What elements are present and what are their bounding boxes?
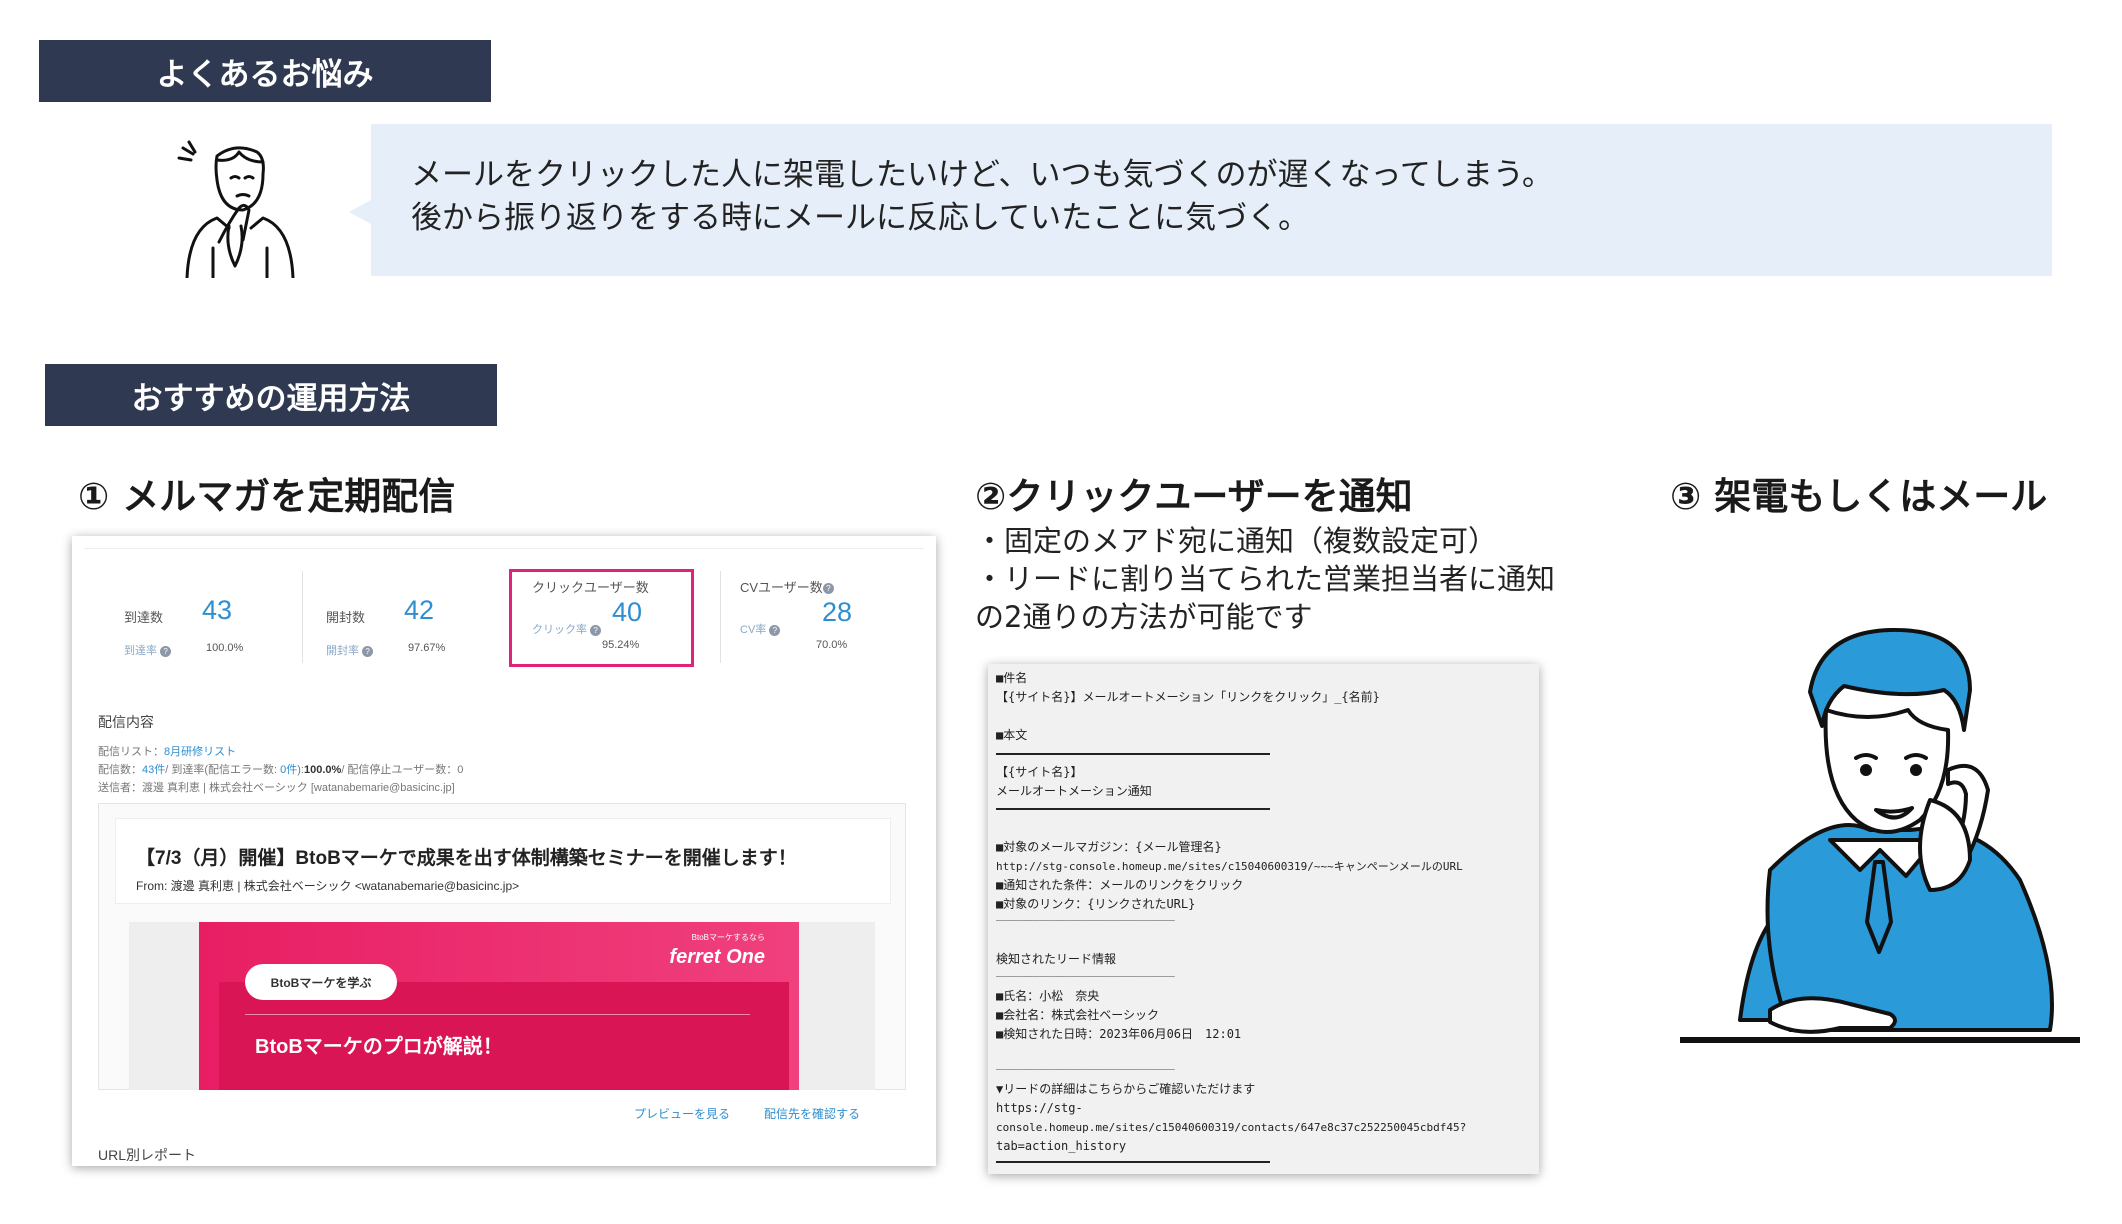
mail-row: ■氏名：小松 奈央 xyxy=(996,989,1100,1003)
recipients-link[interactable]: 配信先を確認する xyxy=(764,1105,860,1122)
mail-row: ■件名 xyxy=(996,671,1028,685)
help-icon[interactable]: ? xyxy=(362,645,374,657)
delivery-list-link[interactable]: 8月研修リスト xyxy=(164,746,236,758)
metric-label: クリックユーザー数 xyxy=(532,580,649,595)
businessman-phone-illustration xyxy=(1680,627,2080,1043)
email-header-card: 【7/3（月）開催】BtoBマーケで成果を出す体制構築セミナーを開催します！ F… xyxy=(115,818,891,904)
mail-row: ■対象のリンク：{リンクされたURL} xyxy=(996,897,1196,911)
metric-delivered: 到達数 43 到達率 ? 100.0% xyxy=(114,567,294,667)
banner-tagline: BtoBマーケするなら xyxy=(691,933,765,942)
help-icon[interactable]: ? xyxy=(160,645,172,657)
mail-report-screenshot: 到達数 43 到達率 ? 100.0% 開封数 42 開封率 ? 97.67% … xyxy=(72,536,936,1166)
mail-row: ■会社名：株式会社ベーシック xyxy=(996,1008,1159,1022)
metric-label: 開封数 xyxy=(326,610,366,625)
metric-sub-value: 95.24% xyxy=(602,639,640,651)
mail-report-panel: 到達数 43 到達率 ? 100.0% 開封数 42 開封率 ? 97.67% … xyxy=(84,548,924,1166)
mail-row: ■本文 xyxy=(996,728,1028,742)
mail-row-url[interactable]: console.homeup.me/sites/c15040600319/con… xyxy=(996,1119,1466,1136)
mail-row: ■検知された日時：2023年06月06日 12:01 xyxy=(996,1027,1242,1041)
mail-row: ▼リードの詳細はこちらからご確認いただけます xyxy=(996,1082,1256,1096)
metric-cv-users: CVユーザー数? 28 CV率 ? 70.0% xyxy=(734,567,914,667)
mail-row: ■通知された条件：メールのリンクをクリック xyxy=(996,878,1244,892)
section-header-worries: よくあるお悩み xyxy=(39,40,491,102)
metric-sub-value: 100.0% xyxy=(206,642,244,654)
step-2-desc-line: ・固定のメアド宛に通知（複数設定可） xyxy=(975,524,1498,558)
mail-row: 検知されたリード情報 xyxy=(996,952,1117,966)
metric-value: 40 xyxy=(612,597,643,627)
help-icon[interactable]: ? xyxy=(769,624,781,636)
metric-sub-label: 開封率 ? xyxy=(326,642,374,658)
help-icon[interactable]: ? xyxy=(590,624,602,636)
url-report-label: URL別レポート xyxy=(98,1147,197,1163)
metric-divider xyxy=(720,571,721,663)
delivery-list-line: 配信リスト：8月研修リスト xyxy=(98,746,237,758)
metric-sub-label: CV率 ? xyxy=(740,621,781,637)
notification-email-screenshot: ■件名 【{サイト名}】メールオートメーション「リンクをクリック」_{名前} ■… xyxy=(988,664,1539,1174)
banner-divider xyxy=(245,1014,750,1015)
mail-row: 【{サイト名}】 xyxy=(996,765,1083,779)
step-2-description: ・固定のメアド宛に通知（複数設定可） ・リードに割り当てられた営業担当者に通知 … xyxy=(975,522,1555,636)
sender-line: 送信者：渡邊 真利恵 | 株式会社ベーシック [watanabemarie@ba… xyxy=(98,782,455,794)
delivery-content-label: 配信内容 xyxy=(98,714,154,730)
mail-row-url[interactable]: tab=action_history xyxy=(996,1138,1126,1155)
mail-row-dashes: ――――――――――――――――――――――――――――――――― xyxy=(996,972,1175,982)
preview-link[interactable]: プレビューを見る xyxy=(634,1105,730,1122)
metric-sub-label: 到達率 ? xyxy=(124,642,172,658)
help-icon[interactable]: ? xyxy=(822,583,834,595)
metric-label: 到達数 xyxy=(124,610,164,625)
mail-row-dashes: ――――――――――――――――――――――――――――――――― xyxy=(996,916,1175,926)
email-preview-frame: 【7/3（月）開催】BtoBマーケで成果を出す体制構築セミナーを開催します！ F… xyxy=(98,803,906,1090)
metric-value: 28 xyxy=(822,597,853,627)
mail-row: メールオートメーション通知 xyxy=(996,784,1152,798)
metric-sub-value: 70.0% xyxy=(816,639,848,651)
metric-label: CVユーザー数? xyxy=(740,577,834,596)
mail-row: 【{サイト名}】メールオートメーション「リンクをクリック」_{名前} xyxy=(996,690,1380,704)
metric-value: 43 xyxy=(202,595,233,625)
mail-divider xyxy=(996,753,1270,755)
metric-opened: 開封数 42 開封率 ? 97.67% xyxy=(316,567,496,667)
metric-sub-value: 97.67% xyxy=(408,642,446,654)
step-1-title: ① メルマガを定期配信 xyxy=(78,475,456,518)
worried-person-illustration xyxy=(177,140,295,278)
mail-divider xyxy=(996,808,1270,810)
brand-logo: ferret One xyxy=(669,946,765,968)
mail-row-dashes: ――――――――――――――――――――――――――――――――― xyxy=(996,1065,1175,1075)
metric-click-users: クリックユーザー数 40 クリック率 ? 95.24% xyxy=(514,567,694,667)
step-2-desc-line: ・リードに割り当てられた営業担当者に通知 xyxy=(975,562,1556,596)
banner-pill-button[interactable]: BtoBマーケを学ぶ xyxy=(245,964,397,1000)
worry-line-2: 後から振り返りをする時にメールに反応していたことに気づく。 xyxy=(411,200,1310,236)
metric-sub-label: クリック率 ? xyxy=(532,621,602,637)
worry-line-1: メールをクリックした人に架電したいけど、いつも気づくのが遅くなってしまう。 xyxy=(411,157,1554,193)
step-2-desc-line: の2通りの方法が可能です xyxy=(975,600,1313,634)
mail-row-url[interactable]: http://stg-console.homeup.me/sites/c1504… xyxy=(996,858,1463,875)
mail-row: ■対象のメールマガジン：{メール管理名} xyxy=(996,840,1222,854)
mail-divider xyxy=(996,1161,1270,1163)
email-banner: BtoBマーケするなら ferret One BtoBマーケを学ぶ BtoBマー… xyxy=(199,922,799,1090)
section-header-method: おすすめの運用方法 xyxy=(45,364,497,426)
step-2-title: ②クリックユーザーを通知 xyxy=(975,475,1413,518)
worry-speech-bubble: メールをクリックした人に架電したいけど、いつも気づくのが遅くなってしまう。 後か… xyxy=(349,124,2052,276)
metric-divider xyxy=(302,571,303,663)
email-subject: 【7/3（月）開催】BtoBマーケで成果を出す体制構築セミナーを開催します！ xyxy=(136,848,797,869)
email-from: From: 渡邊 真利恵 | 株式会社ベーシック <watanabemarie@… xyxy=(136,879,520,893)
banner-headline: BtoBマーケのプロが解説！ xyxy=(255,1036,503,1058)
delivery-counts-line: 配信数：43件/ 到達率(配信エラー数: 0件):100.0%/ 配信停止ユーザ… xyxy=(98,764,464,776)
mail-row-url[interactable]: https://stg- xyxy=(996,1100,1083,1117)
step-3-title: ③ 架電もしくはメール xyxy=(1670,475,2048,518)
metric-value: 42 xyxy=(404,595,435,625)
